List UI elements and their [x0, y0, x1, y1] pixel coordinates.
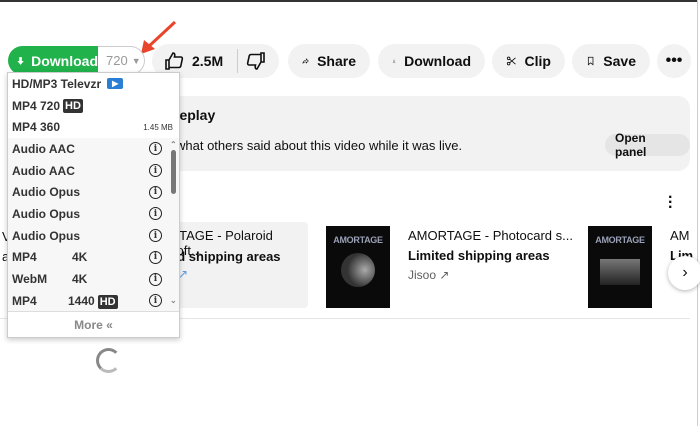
info-icon[interactable]: i — [149, 294, 162, 308]
format-item[interactable]: Audio AAC i — [8, 138, 179, 160]
format-label: Audio AAC — [12, 163, 75, 178]
format-label: Audio AAC — [12, 141, 75, 156]
chat-replay-desc: what others said about this video while … — [176, 138, 463, 153]
thumb-logo: AMORTAGE — [595, 235, 645, 245]
like-count[interactable]: 2.5M — [192, 53, 223, 69]
info-icon[interactable]: i — [149, 250, 162, 264]
info-icon[interactable]: i — [149, 142, 162, 156]
item-label: HD/MP3 Televzr — [12, 76, 102, 91]
chat-replay-panel: replay what others said about this video… — [150, 96, 690, 171]
more-formats-button[interactable]: More « — [8, 311, 179, 337]
format-label: Audio Opus — [12, 206, 80, 221]
thumbs-up-icon[interactable] — [164, 51, 184, 71]
more-vert-icon[interactable]: · · · — [668, 190, 673, 216]
format-item[interactable]: Audio AAC i — [8, 160, 179, 182]
clip-button[interactable]: Clip — [492, 44, 565, 78]
save-button[interactable]: Save — [572, 44, 650, 78]
chevron-right-icon: › — [682, 264, 688, 281]
item-label: MP4 720 — [12, 98, 61, 113]
more-actions-button[interactable]: ••• — [657, 44, 691, 78]
resolution-label: 4K — [72, 250, 88, 265]
product-title: AM — [670, 228, 690, 243]
product-thumbnail[interactable]: AMORTAGE — [588, 226, 652, 308]
format-label: Audio Opus — [12, 228, 80, 243]
product-image — [600, 259, 640, 285]
scroll-down-icon[interactable]: ⌄ — [170, 296, 177, 305]
scroll-up-icon[interactable]: ⌃ — [170, 140, 177, 149]
share-button[interactable]: Share — [288, 44, 370, 78]
format-label: Audio Opus — [12, 185, 80, 200]
bookmark-icon — [587, 56, 594, 66]
clip-label: Clip — [524, 53, 551, 69]
download-label: Download — [31, 52, 98, 69]
save-label: Save — [603, 53, 636, 69]
download-format-menu: HD/MP3 Televzr ▶ MP4 720 HD MP4 360 1.45 M… — [7, 72, 180, 338]
next-arrow-button[interactable]: › — [668, 256, 700, 290]
scrollbar-thumb[interactable] — [171, 150, 176, 195]
product-subtitle: ed shipping areas — [170, 249, 281, 264]
scissors-icon — [506, 56, 516, 66]
menu-item-mp4-720[interactable]: MP4 720 HD — [8, 95, 179, 117]
thumbs-down-icon[interactable] — [246, 51, 266, 71]
window-border — [0, 0, 698, 2]
format-item[interactable]: MP4 4K i — [8, 247, 179, 269]
caret-down-icon: ▼ — [131, 55, 141, 66]
chat-replay-title: replay — [174, 107, 216, 123]
share-label: Share — [317, 53, 356, 69]
download-icon — [392, 59, 396, 63]
info-icon[interactable]: i — [149, 272, 162, 286]
format-item[interactable]: WebM 4K i — [8, 268, 179, 290]
menu-item-mp4-360[interactable]: MP4 360 1.45 MB — [8, 116, 179, 138]
open-panel-button[interactable]: Open panel — [605, 131, 690, 159]
download-label: Download — [404, 53, 471, 69]
format-item[interactable]: Audio Opus i — [8, 203, 179, 225]
product-image — [341, 253, 375, 287]
format-list: Audio AAC i Audio AAC i Audio Opus i Audio Opu… — [8, 138, 179, 312]
info-icon[interactable]: i — [149, 164, 162, 178]
quality-value: 720 — [106, 53, 128, 68]
hd-badge: HD — [97, 294, 118, 309]
format-label: WebM — [12, 272, 48, 287]
info-icon[interactable]: i — [149, 229, 162, 243]
download-arrow-icon — [17, 56, 24, 65]
menu-item-televzr[interactable]: HD/MP3 Televzr ▶ — [8, 73, 179, 95]
share-icon — [302, 58, 309, 64]
format-label: MP4 — [12, 293, 37, 308]
external-link-icon: ↗ — [439, 268, 450, 282]
thumb-logo: AMORTAGE — [333, 235, 383, 245]
format-label: MP4 — [12, 250, 37, 265]
more-horiz-icon: ••• — [665, 52, 683, 69]
product-thumbnail[interactable]: AMORTAGE — [326, 226, 390, 308]
format-item[interactable]: Audio Opus i — [8, 225, 179, 247]
format-item[interactable]: Audio Opus i — [8, 181, 179, 203]
resolution-label: 4K — [72, 272, 88, 287]
resolution-label: 1440 HD — [68, 293, 118, 309]
info-icon[interactable]: i — [149, 185, 162, 199]
product-title: AMORTAGE - Photocard s... — [408, 228, 573, 243]
item-label: MP4 360 — [12, 120, 61, 135]
quality-dropdown[interactable]: 720 ▼ — [98, 46, 145, 75]
product-seller[interactable]: Jisoo ↗ — [408, 268, 449, 282]
product-subtitle: Limited shipping areas — [408, 248, 550, 263]
format-item[interactable]: MP4 1440 HD i — [8, 290, 179, 312]
televzr-logo-icon: ▶ — [107, 78, 124, 90]
info-icon[interactable]: i — [149, 207, 162, 221]
hd-badge: HD — [63, 98, 83, 113]
download-button[interactable]: Download — [378, 44, 485, 78]
window-border-right — [697, 0, 698, 426]
seller-name: Jisoo — [408, 268, 437, 282]
loading-spinner-icon — [96, 348, 121, 373]
file-size: 1.45 MB — [143, 122, 173, 132]
divider — [237, 49, 239, 73]
downloader-download-button[interactable]: Download — [8, 46, 98, 75]
